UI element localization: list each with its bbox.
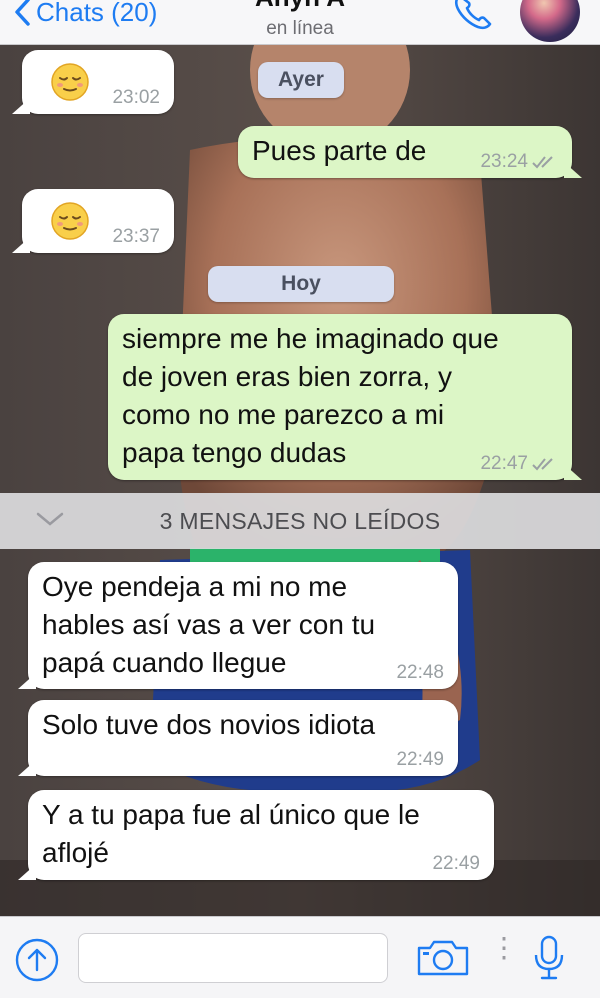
message-incoming[interactable]: Solo tuve dos novios idiota 22:49	[18, 700, 458, 776]
phone-icon[interactable]	[452, 0, 496, 30]
chevron-down-icon	[36, 512, 64, 526]
chat-header: Chats (20) Anyn A en línea	[0, 0, 600, 45]
message-text: Pues parte de	[252, 135, 427, 166]
microphone-icon[interactable]	[532, 935, 566, 981]
message-time: 23:02	[112, 87, 160, 108]
message-meta: 22:47	[480, 454, 558, 474]
unread-messages-banner[interactable]: 3 MENSAJES NO LEÍDOS	[0, 493, 600, 549]
contact-name[interactable]: Anyn A	[0, 0, 600, 13]
message-time: 23:37	[112, 226, 160, 247]
message-line: como no me parezco a mi	[122, 399, 445, 430]
message-time: 23:24	[480, 151, 528, 172]
message-line: siempre me he imaginado que	[122, 323, 499, 354]
message-time: 22:49	[432, 853, 480, 874]
message-incoming[interactable]: 23:37	[12, 189, 174, 253]
message-text: Solo tuve dos novios idiota	[42, 709, 376, 740]
message-line: papá cuando llegue	[42, 647, 287, 678]
message-line: de joven eras bien zorra, y	[122, 361, 452, 392]
more-options-icon[interactable]: ⋮	[490, 934, 518, 962]
message-incoming[interactable]: Y a tu papa fue al único que le aflojé 2…	[18, 790, 494, 880]
relieved-face-icon	[51, 202, 89, 240]
double-check-icon	[532, 458, 553, 471]
date-separator-yesterday: Ayer	[258, 62, 344, 98]
upload-arrow-icon[interactable]	[14, 937, 60, 983]
message-line: Y a tu papa fue al único que le	[42, 799, 420, 830]
date-separator-today: Hoy	[208, 266, 394, 302]
message-outgoing[interactable]: Pues parte de 23:24	[238, 126, 582, 178]
message-input[interactable]	[78, 933, 388, 983]
relieved-face-icon	[51, 63, 89, 101]
contact-status: en línea	[266, 18, 334, 39]
double-check-icon	[532, 156, 553, 169]
message-input-bar: ⋮	[0, 916, 600, 998]
message-outgoing[interactable]: siempre me he imaginado que de joven era…	[108, 314, 582, 480]
message-line: hables así vas a ver con tu	[42, 609, 376, 640]
message-time: 22:47	[480, 453, 528, 474]
message-time: 22:48	[396, 662, 444, 683]
message-incoming[interactable]: Oye pendeja a mi no me hables así vas a …	[18, 562, 458, 689]
message-line: Oye pendeja a mi no me	[42, 571, 348, 602]
message-time: 22:49	[396, 749, 444, 770]
unread-banner-label: 3 MENSAJES NO LEÍDOS	[159, 507, 441, 534]
chat-thread[interactable]: 23:02 Ayer Pues parte de 23:24 23:37 Hoy…	[0, 44, 600, 916]
message-incoming[interactable]: 23:02	[12, 50, 174, 114]
camera-icon[interactable]	[416, 939, 470, 977]
message-meta: 23:24	[480, 152, 558, 172]
message-line: aflojé	[42, 837, 109, 868]
